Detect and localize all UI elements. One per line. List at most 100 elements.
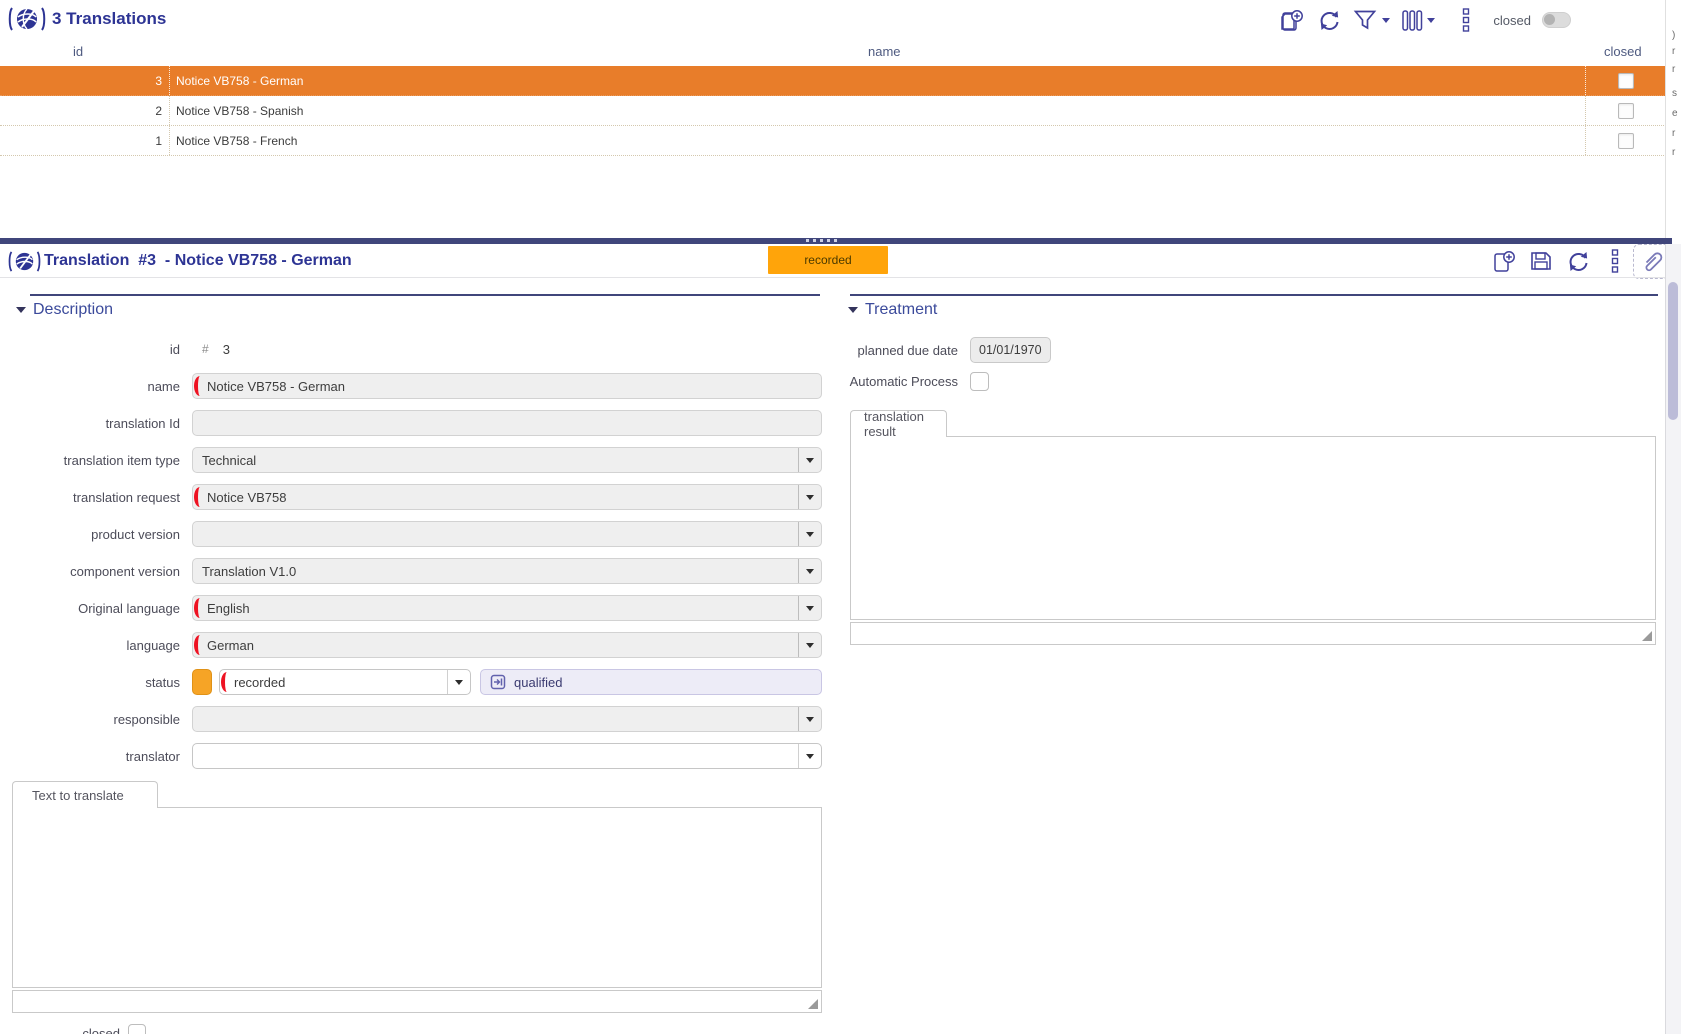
field-row-original-language: Original language English [0,595,822,621]
row-id-cell: 3 [0,66,170,95]
clipped-right-edge: ) r r s e r r [1665,0,1681,238]
field-row-status: status recorded qualified [0,669,822,695]
section-description[interactable]: Description [16,301,113,319]
text-to-translate-footer[interactable] [12,990,822,1013]
save-icon[interactable] [1529,249,1553,273]
dropdown-arrow-icon[interactable] [798,633,821,657]
row-closed-checkbox[interactable] [1618,103,1634,119]
planned-due-date-input[interactable]: 01/01/1970 [970,337,1051,363]
field-value: Notice VB758 - German [207,379,345,394]
detail-toolbar [1492,246,1673,276]
tab-translation-result[interactable]: translation result [850,410,947,437]
transition-qualified-button[interactable]: qualified [480,669,822,695]
closed-checkbox[interactable] [128,1024,146,1034]
scrollbar-thumb[interactable] [1668,282,1678,420]
section-treatment[interactable]: Treatment [848,301,937,319]
text-to-translate-textarea[interactable] [12,807,822,988]
field-row-translation-request: translation request Notice VB758 [0,484,822,510]
field-row-automatic-process: Automatic Process [778,372,989,391]
add-record-icon[interactable] [1280,8,1305,33]
action-label: qualified [514,675,562,690]
component-version-dropdown[interactable]: Translation V1.0 [192,558,822,584]
translations-table: 3 Notice VB758 - German 2 Notice VB758 -… [0,66,1666,156]
columns-icon[interactable] [1401,8,1435,33]
dropdown-arrow-icon[interactable] [798,448,821,472]
translation-id-input[interactable] [192,410,822,436]
automatic-process-checkbox[interactable] [970,372,989,391]
field-value: Technical [202,453,256,468]
collapse-triangle-icon [16,307,26,313]
row-closed-checkbox[interactable] [1618,133,1634,149]
header-divider [0,277,1666,278]
field-row-translation-id: translation Id [0,410,822,436]
dropdown-arrow-icon[interactable] [798,559,821,583]
required-marker [194,598,204,618]
clipped-text-fragment: r [1672,64,1675,75]
transition-icon [489,673,507,691]
dropdown-arrow-icon[interactable] [798,707,821,731]
field-label: status [0,675,192,690]
status-badge: recorded [768,246,888,274]
original-language-dropdown[interactable]: English [192,595,822,621]
required-marker [194,376,204,396]
field-label: closed [0,1026,128,1034]
field-label: responsible [0,712,192,727]
field-value: German [207,638,254,653]
field-label: id [0,342,192,357]
section-label: Description [33,301,113,319]
table-row[interactable]: 3 Notice VB758 - German [0,66,1666,96]
translation-request-dropdown[interactable]: Notice VB758 [192,484,822,510]
more-menu-icon[interactable] [1609,248,1621,274]
section-rule [30,294,820,296]
field-label: translator [0,749,192,764]
translator-dropdown[interactable] [192,743,822,769]
filter-icon[interactable] [1353,8,1390,32]
row-closed-checkbox[interactable] [1618,73,1634,89]
dropdown-arrow-icon[interactable] [798,485,821,509]
dropdown-arrow-icon[interactable] [798,522,821,546]
product-version-dropdown[interactable] [192,521,822,547]
add-record-icon[interactable] [1492,249,1517,274]
field-row-translator: translator [0,743,822,769]
dropdown-arrow-icon[interactable] [798,596,821,620]
field-label: translation item type [0,453,192,468]
column-header-name[interactable]: name [868,44,901,59]
column-header-id[interactable]: id [73,44,83,59]
refresh-icon[interactable] [1316,8,1342,33]
status-color-swatch[interactable] [192,669,212,695]
required-marker [194,487,204,507]
field-row-language: language German [0,632,822,658]
vertical-scrollbar[interactable] [1665,244,1681,1034]
field-label: name [0,379,192,394]
status-combo[interactable]: recorded [219,669,471,695]
closed-filter-toggle[interactable] [1542,12,1571,28]
translation-result-textarea[interactable] [850,436,1656,620]
translation-result-footer[interactable] [850,622,1656,645]
field-value: recorded [234,675,285,690]
refresh-icon[interactable] [1565,249,1591,274]
columns-caret-icon[interactable] [1427,18,1435,23]
column-header-closed[interactable]: closed [1604,44,1642,59]
field-label: translation request [0,490,192,505]
resize-handle-icon[interactable] [808,999,818,1009]
resize-handle-icon[interactable] [1642,631,1652,641]
dropdown-arrow-icon[interactable] [447,670,470,694]
dropdown-arrow-icon[interactable] [798,744,821,768]
table-row[interactable]: 2 Notice VB758 - Spanish [0,96,1666,126]
list-title: 3 Translations [52,9,166,29]
responsible-dropdown[interactable] [192,706,822,732]
field-row-component-version: component version Translation V1.0 [0,558,822,584]
more-menu-icon[interactable] [1460,7,1472,33]
translation-item-type-dropdown[interactable]: Technical [192,447,822,473]
panel-splitter[interactable] [0,238,1672,244]
paperclip-icon [1640,249,1666,273]
table-row[interactable]: 1 Notice VB758 - French [0,126,1666,156]
language-dropdown[interactable]: German [192,632,822,658]
required-marker [194,635,204,655]
field-row-product-version: product version [0,521,822,547]
field-label: translation Id [0,416,192,431]
tab-text-to-translate[interactable]: Text to translate [12,781,158,808]
name-input[interactable]: Notice VB758 - German [192,373,822,399]
filter-caret-icon[interactable] [1382,18,1390,23]
app-logo-icon [8,5,46,38]
